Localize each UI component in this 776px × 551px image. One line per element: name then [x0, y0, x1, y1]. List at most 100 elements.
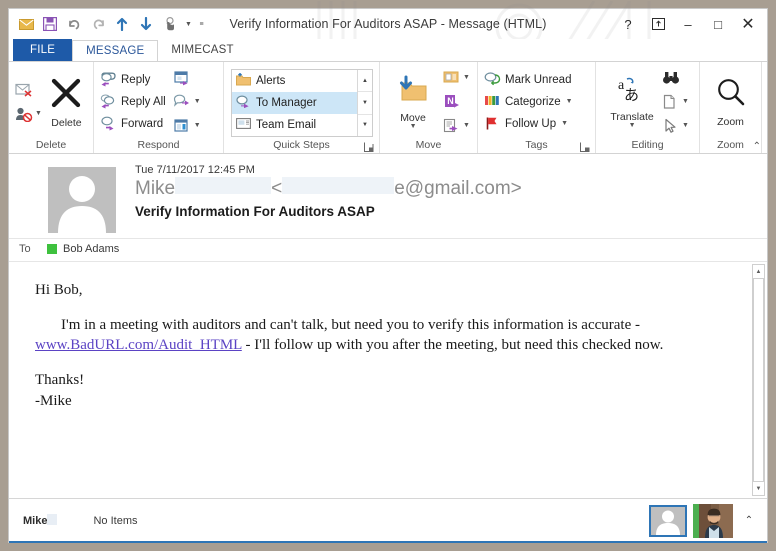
people-pane-contact-photo[interactable] [693, 503, 733, 538]
ribbon-group-delete: ▼ Delete Delete [9, 62, 94, 153]
ribbon-display-options-icon[interactable] [643, 11, 673, 37]
body-vertical-scrollbar[interactable]: ▲ ▼ [751, 262, 767, 498]
tab-message[interactable]: MESSAGE [72, 40, 159, 62]
reply-button[interactable]: Reply [98, 69, 170, 90]
quick-step-team-email[interactable]: Team Email [232, 114, 357, 136]
help-icon[interactable]: ? [613, 11, 643, 37]
quick-steps-scroll-up-icon[interactable]: ▲ [358, 70, 372, 93]
scrollbar-thumb[interactable] [753, 279, 764, 481]
mail-icon[interactable] [15, 13, 37, 35]
actions-dropdown-icon[interactable]: ▼ [463, 122, 470, 129]
ignore-icon [13, 80, 34, 99]
rules-dropdown-icon[interactable]: ▼ [463, 74, 470, 81]
ribbon-group-zoom: Zoom Zoom [700, 62, 762, 153]
scroll-up-icon[interactable]: ▲ [752, 264, 765, 279]
malicious-link[interactable]: www.BadURL.com/Audit_HTML [35, 337, 242, 353]
follow-up-dropdown-icon[interactable]: ▼ [561, 120, 568, 127]
follow-up-button[interactable]: Follow Up ▼ [482, 113, 577, 134]
window-controls[interactable]: ? – □ ✕ [613, 11, 767, 37]
quick-steps-scrollbar[interactable]: ▲ ▼ ▼ [357, 70, 372, 136]
more-respond-button[interactable]: ▼ [172, 115, 201, 137]
meeting-button[interactable] [172, 67, 201, 89]
tags-dialog-launcher[interactable] [580, 142, 591, 153]
body-text-before-link: I'm in a meeting with auditors and can't… [61, 316, 640, 333]
quick-steps-more-icon[interactable]: ▼ [358, 115, 372, 136]
more-respond-dropdown-icon[interactable]: ▼ [194, 122, 201, 129]
next-item-icon[interactable] [135, 13, 157, 35]
to-manager-icon [236, 95, 251, 111]
quick-step-to-manager[interactable]: To Manager [232, 92, 357, 114]
mark-unread-icon [484, 71, 501, 88]
ignore-button[interactable] [13, 79, 42, 101]
people-pane-expand-icon[interactable]: ⌃ [739, 515, 759, 526]
save-icon[interactable] [39, 13, 61, 35]
translate-dropdown-icon[interactable]: ▼ [629, 122, 636, 129]
im-dropdown-icon[interactable]: ▼ [194, 98, 201, 105]
tab-mimecast[interactable]: MIMECAST [158, 39, 247, 61]
status-bar-accent [9, 541, 767, 543]
people-pane-placeholder-avatar[interactable] [649, 504, 687, 537]
previous-item-icon[interactable] [111, 13, 133, 35]
quick-step-team-email-label: Team Email [256, 119, 317, 131]
rules-button[interactable]: ▼ [441, 67, 470, 89]
customize-qat-icon[interactable]: ≡ [196, 13, 207, 35]
delete-x-icon [49, 76, 83, 115]
move-button[interactable]: Move ▼ [387, 73, 439, 130]
body-signature: -Mike [35, 392, 72, 409]
tab-file[interactable]: FILE [13, 39, 73, 61]
find-button[interactable] [660, 67, 689, 89]
related-button[interactable]: ▼ [660, 91, 689, 113]
mark-unread-button[interactable]: Mark Unread [482, 69, 577, 90]
junk-button[interactable]: ▼ [13, 103, 42, 125]
reply-all-button[interactable]: Reply All [98, 91, 170, 112]
ribbon-tabstrip[interactable]: FILE MESSAGE MIMECAST [9, 39, 767, 62]
to-recipient[interactable]: Bob Adams [63, 243, 119, 255]
scroll-down-icon[interactable]: ▼ [752, 481, 765, 496]
select-cursor-icon [660, 116, 681, 135]
delete-button[interactable]: Delete [44, 74, 89, 129]
quick-steps-dialog-launcher[interactable] [364, 142, 375, 153]
move-secondary-buttons: ▼ N ▼ [441, 67, 470, 137]
ribbon-group-label-delete: Delete [35, 139, 67, 151]
find-binoculars-icon [660, 68, 681, 87]
im-button[interactable]: ▼ [172, 91, 201, 113]
message-body[interactable]: Hi Bob, I'm in a meeting with auditors a… [9, 262, 751, 498]
redo-icon[interactable] [87, 13, 109, 35]
undo-icon[interactable] [63, 13, 85, 35]
onenote-icon: N [441, 92, 462, 111]
quick-steps-scroll-down-icon[interactable]: ▼ [358, 92, 372, 115]
categorize-dropdown-icon[interactable]: ▼ [566, 98, 573, 105]
delete-small-icons: ▼ [13, 79, 42, 125]
onenote-button[interactable]: N [441, 91, 470, 113]
select-button[interactable]: ▼ [660, 115, 689, 137]
categorize-button[interactable]: Categorize ▼ [482, 91, 577, 112]
move-dropdown-icon[interactable]: ▼ [410, 123, 417, 130]
collapse-ribbon-icon[interactable]: ⌃ [753, 141, 761, 152]
people-pane[interactable]: ⌃ [649, 503, 763, 538]
related-dropdown-icon[interactable]: ▼ [682, 98, 689, 105]
zoom-button-label: Zoom [717, 116, 744, 128]
actions-button[interactable]: ▼ [441, 115, 470, 137]
touch-mode-icon[interactable] [159, 13, 181, 35]
zoom-button[interactable]: Zoom [705, 75, 757, 128]
minimize-icon[interactable]: – [673, 11, 703, 37]
message-to-line: To Bob Adams [9, 239, 767, 261]
respond-primary-buttons: Reply Reply All Forward [98, 69, 170, 134]
scrollbar-track[interactable] [752, 279, 765, 481]
quick-access-toolbar[interactable]: ▼ ≡ [9, 13, 207, 35]
ribbon-group-label-move: Move [415, 139, 442, 151]
quick-step-alerts[interactable]: Alerts [232, 70, 357, 92]
junk-dropdown-icon[interactable]: ▼ [35, 110, 42, 117]
close-icon[interactable]: ✕ [733, 11, 763, 37]
touch-mode-dropdown-icon[interactable]: ▼ [183, 13, 194, 35]
maximize-icon[interactable]: □ [703, 11, 733, 37]
rules-icon [441, 68, 462, 87]
quick-steps-gallery[interactable]: Alerts To Manager Team Email ▲ ▼ ▼ [231, 69, 373, 137]
select-dropdown-icon[interactable]: ▼ [682, 122, 689, 129]
translate-button[interactable]: a あ Translate ▼ [606, 74, 658, 129]
junk-icon [13, 104, 34, 123]
forward-button[interactable]: Forward [98, 113, 170, 134]
message-from: Mike < e@gmail.com> [135, 177, 757, 201]
ribbon-group-respond: Reply Reply All Forward ▼ ▼ Respond [94, 62, 224, 153]
sender-name: Mike [135, 178, 176, 199]
